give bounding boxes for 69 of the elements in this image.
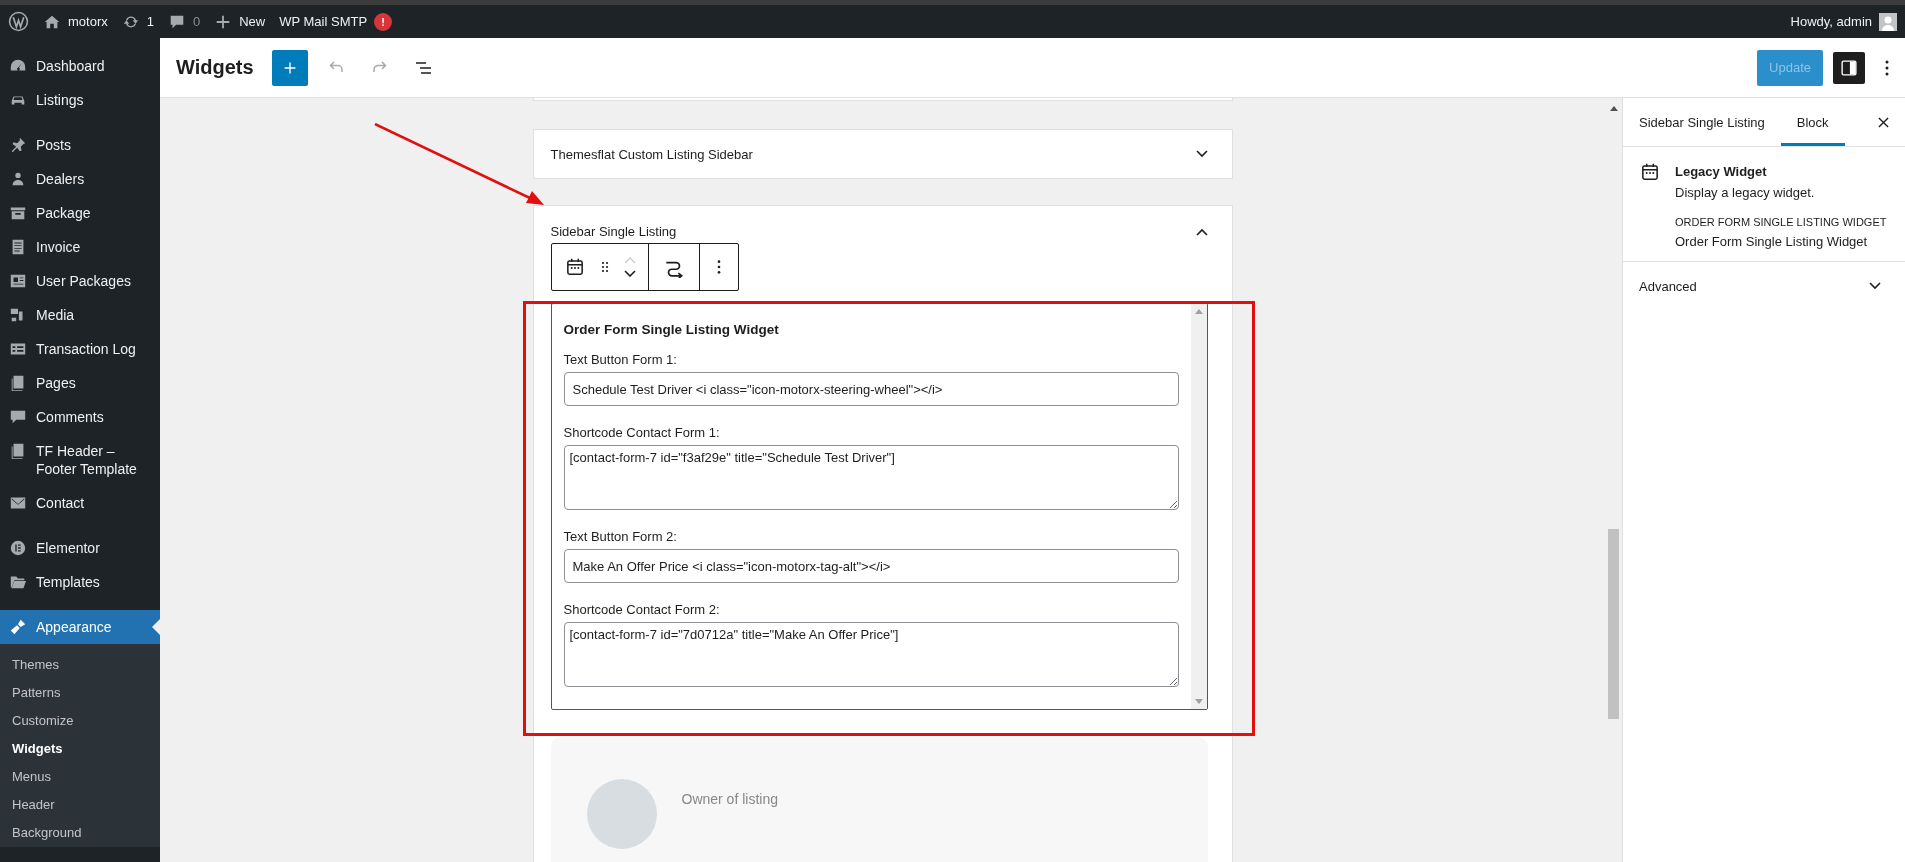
chevron-up-icon[interactable] — [1195, 227, 1208, 236]
submenu-item[interactable]: Customize — [0, 707, 160, 735]
widget-area-title[interactable]: Themesflat Custom Listing Sidebar — [550, 146, 753, 162]
more-options-icon[interactable] — [1885, 58, 1889, 77]
page-title: Widgets — [176, 56, 254, 79]
sidebar-menu-item[interactable]: TF Header – Footer Template — [0, 434, 160, 486]
move-down-icon[interactable] — [623, 270, 636, 277]
submenu-item[interactable]: Widgets — [0, 735, 160, 763]
panel-section-toggle[interactable]: Advanced — [1623, 262, 1905, 310]
sidebar-menu-item[interactable]: Invoice — [0, 230, 160, 264]
widget-name: Order Form Single Listing Widget — [1675, 234, 1869, 249]
field-label: Shortcode Contact Form 2: — [563, 602, 721, 617]
paintbrush-icon — [9, 618, 27, 636]
widget-title: Order Form Single Listing Widget — [563, 322, 780, 337]
block-options-icon[interactable] — [716, 259, 721, 275]
calendar-icon — [1639, 161, 1661, 183]
sidebar-menu-item[interactable]: Appearance — [0, 610, 160, 644]
sidebar-menu-item[interactable]: Templates — [0, 565, 160, 599]
notification-badge: ! — [374, 12, 393, 31]
widget-heading: ORDER FORM SINGLE LISTING WIDGET — [1675, 216, 1887, 228]
settings-panel-toggle[interactable] — [1833, 51, 1865, 84]
submenu-item[interactable]: Patterns — [0, 679, 160, 707]
sidebar-tab[interactable]: Sidebar Single Listing — [1623, 98, 1781, 146]
drag-handle-icon[interactable] — [599, 260, 610, 274]
block-description: Display a legacy widget. — [1675, 185, 1816, 200]
add-block-button[interactable] — [271, 49, 308, 86]
sidebar-menu-item[interactable]: Transaction Log — [0, 332, 160, 366]
sidebar-menu-item[interactable]: Media — [0, 298, 160, 332]
sidebar-menu-item[interactable]: Dealers — [0, 162, 160, 196]
widget-area-title[interactable]: Sidebar Single Listing — [550, 224, 677, 239]
sidebar-menu-item[interactable]: Dashboard — [0, 49, 160, 83]
field-label: Text Button Form 1: — [563, 352, 678, 367]
new-link[interactable]: New — [239, 14, 266, 29]
id-card-icon — [9, 272, 27, 290]
textarea-field[interactable]: [contact-form-7 id="f3af29e" title="Schedule Test Driver"] — [563, 445, 1179, 510]
comments-count[interactable]: 0 — [192, 14, 201, 29]
sidebar-menu-item[interactable]: Contact — [0, 486, 160, 520]
sidebar-menu-item[interactable]: Comments — [0, 400, 160, 434]
field-label: Shortcode Contact Form 1: — [563, 425, 721, 440]
sidebar-menu-item[interactable]: Pages — [0, 366, 160, 400]
field-label: Text Button Form 2: — [563, 529, 678, 544]
submenu-item[interactable]: Background — [0, 819, 160, 847]
owner-label: Owner of listing — [681, 791, 778, 807]
sidebar-menu-item[interactable]: User Packages — [0, 264, 160, 298]
text-input-field[interactable]: Make An Offer Price <i class="icon-motorx-tag-alt"></i> — [563, 549, 1179, 583]
block-name: Legacy Widget — [1675, 164, 1768, 179]
submenu-item[interactable]: Menus — [0, 763, 160, 791]
sidebar-menu-item[interactable]: Elementor — [0, 531, 160, 565]
chevron-down-icon[interactable] — [1195, 150, 1208, 158]
submenu-item[interactable]: Themes — [0, 651, 160, 679]
wordpress-logo-icon[interactable] — [8, 11, 29, 32]
textarea-field[interactable]: [contact-form-7 id="7d0712a" title="Make An Offer Price"] — [563, 622, 1179, 687]
scrollbar-thumb[interactable] — [1608, 529, 1619, 719]
pushpin-icon — [9, 136, 27, 154]
avatar-icon[interactable] — [1879, 12, 1897, 31]
scroll-up-arrow-icon[interactable] — [1609, 106, 1618, 111]
sidebar-menu-item[interactable]: Package — [0, 196, 160, 230]
elementor-icon — [9, 539, 27, 557]
close-icon[interactable] — [1878, 116, 1889, 128]
current-menu-pointer — [152, 619, 160, 635]
site-name-link[interactable]: motorx — [68, 14, 108, 29]
updates-count[interactable]: 1 — [146, 14, 154, 29]
sidebar-menu-item[interactable]: Posts — [0, 128, 160, 162]
greeting-link[interactable]: Howdy, admin — [1790, 14, 1872, 29]
text-input-field[interactable]: Schedule Test Driver <i class="icon-motorx-steering-wheel"></i> — [563, 372, 1179, 406]
submenu-item[interactable]: Header — [0, 791, 160, 819]
smtp-link[interactable]: WP Mail SMTP — [279, 14, 368, 29]
sidebar-tab[interactable]: Block — [1780, 98, 1845, 146]
sidebar-menu-item[interactable]: Listings — [0, 83, 160, 117]
